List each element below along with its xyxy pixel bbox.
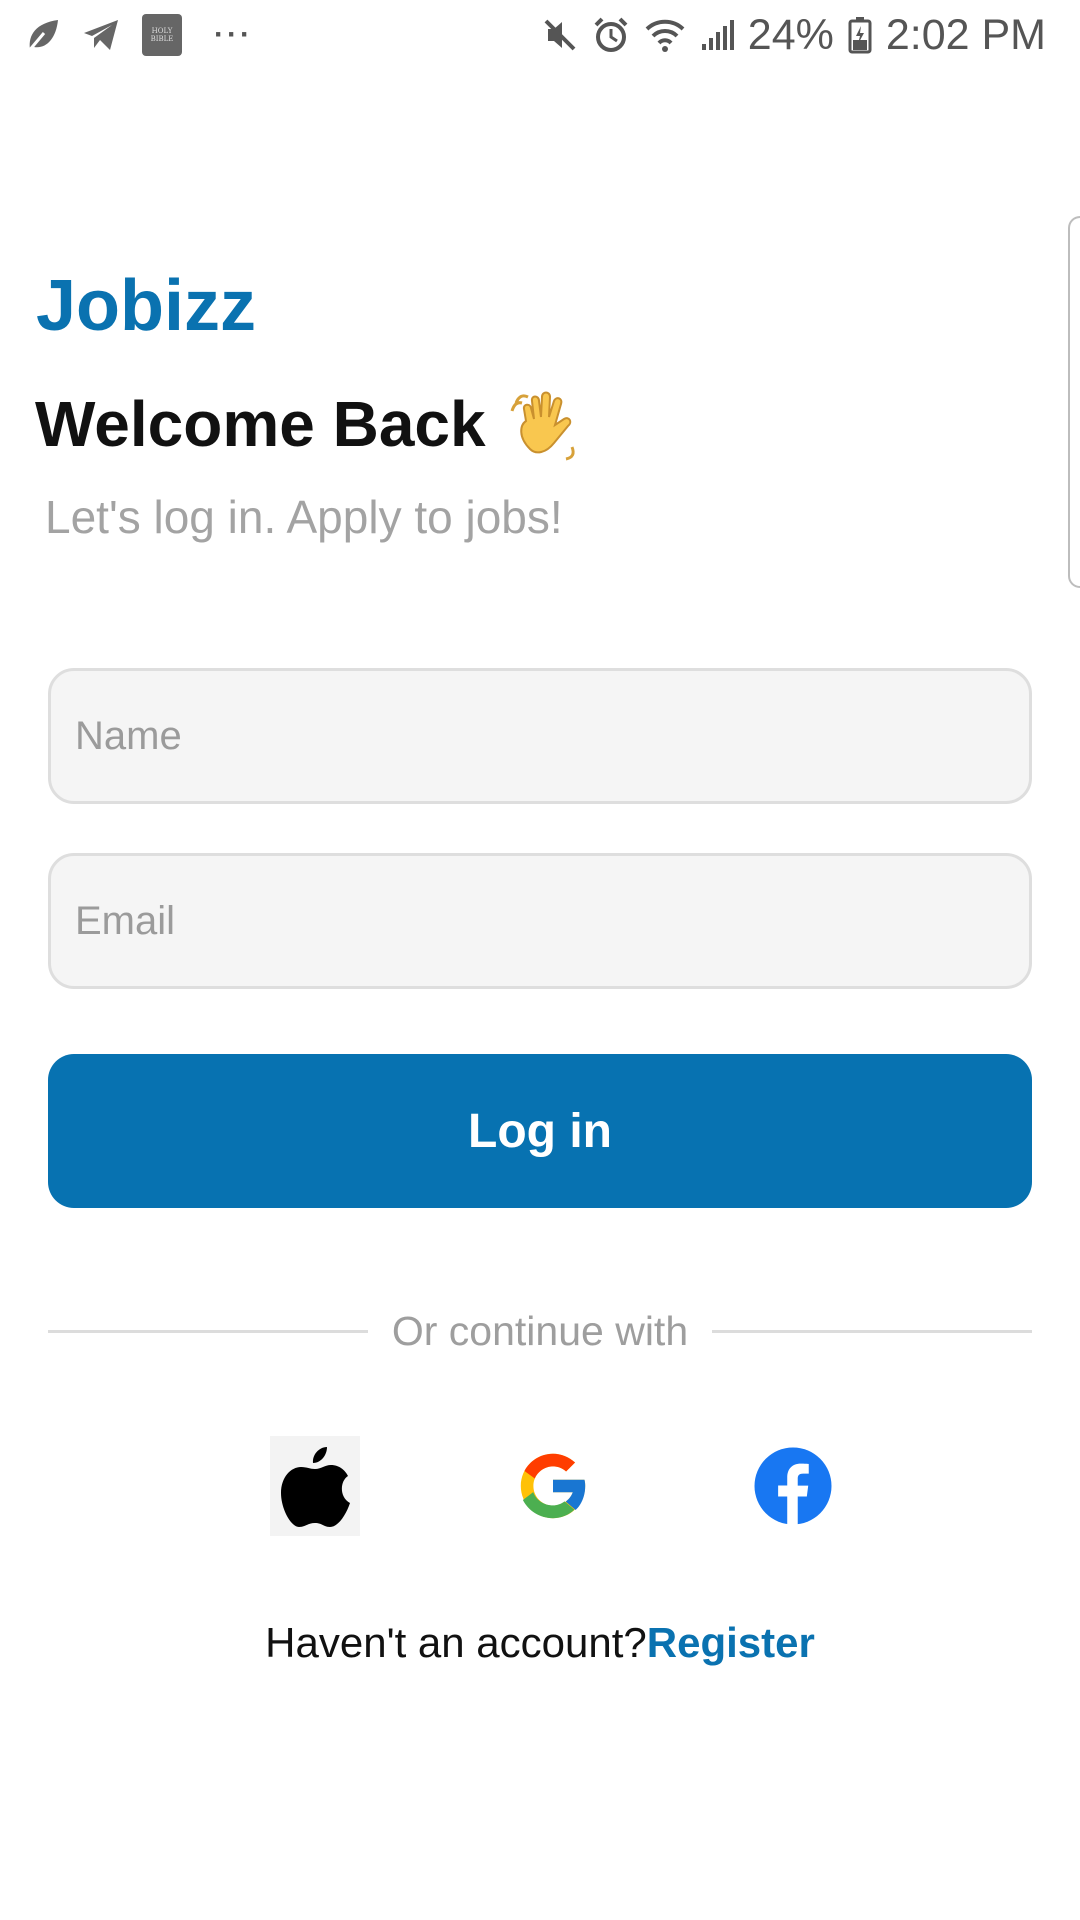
status-bar-right: 24% 2:02 PM bbox=[542, 10, 1046, 60]
brand-title: Jobizz bbox=[36, 266, 257, 346]
bible-icon-text-1: HOLY bbox=[151, 27, 173, 35]
battery-icon bbox=[848, 16, 872, 54]
register-row: Haven't an account?Register bbox=[0, 1622, 1080, 1664]
facebook-icon bbox=[754, 1447, 832, 1525]
apple-login-button[interactable] bbox=[270, 1436, 360, 1536]
google-icon bbox=[520, 1453, 588, 1519]
register-link[interactable]: Register bbox=[647, 1619, 815, 1666]
divider-text: Or continue with bbox=[391, 1307, 689, 1354]
email-field[interactable] bbox=[48, 853, 1032, 989]
name-field[interactable] bbox=[48, 668, 1032, 804]
bible-app-icon: HOLY BIBLE bbox=[142, 14, 182, 56]
mute-icon bbox=[542, 17, 578, 53]
facebook-login-button[interactable] bbox=[748, 1436, 838, 1536]
welcome-text: Welcome Back bbox=[35, 388, 486, 460]
google-login-button[interactable] bbox=[508, 1436, 598, 1536]
clock-time: 2:02 PM bbox=[885, 10, 1046, 59]
login-button[interactable]: Log in bbox=[48, 1054, 1032, 1208]
apple-icon bbox=[281, 1447, 350, 1527]
bible-icon-text-2: BIBLE bbox=[150, 35, 174, 43]
register-prompt: Haven't an account? bbox=[265, 1619, 647, 1666]
divider-line-left bbox=[48, 1329, 368, 1333]
continue-with-divider: Or continue with bbox=[48, 1303, 1032, 1359]
more-notifications-icon: ··· bbox=[214, 18, 253, 51]
subtitle: Let's log in. Apply to jobs! bbox=[45, 491, 563, 543]
status-bar: HOLY BIBLE ··· 24% 2:02 PM bbox=[0, 0, 1080, 72]
alarm-icon bbox=[592, 16, 630, 54]
edge-panel-handle[interactable] bbox=[1068, 216, 1080, 588]
waving-hand-icon bbox=[506, 385, 584, 463]
signal-icon bbox=[700, 18, 734, 52]
divider-line-right bbox=[712, 1329, 1032, 1333]
status-bar-left: HOLY BIBLE ··· bbox=[26, 12, 253, 58]
battery-percentage: 24% bbox=[747, 10, 834, 59]
welcome-heading: Welcome Back bbox=[35, 385, 584, 463]
wifi-icon bbox=[644, 17, 686, 53]
telegram-icon bbox=[82, 18, 120, 52]
leaf-icon bbox=[26, 17, 60, 53]
